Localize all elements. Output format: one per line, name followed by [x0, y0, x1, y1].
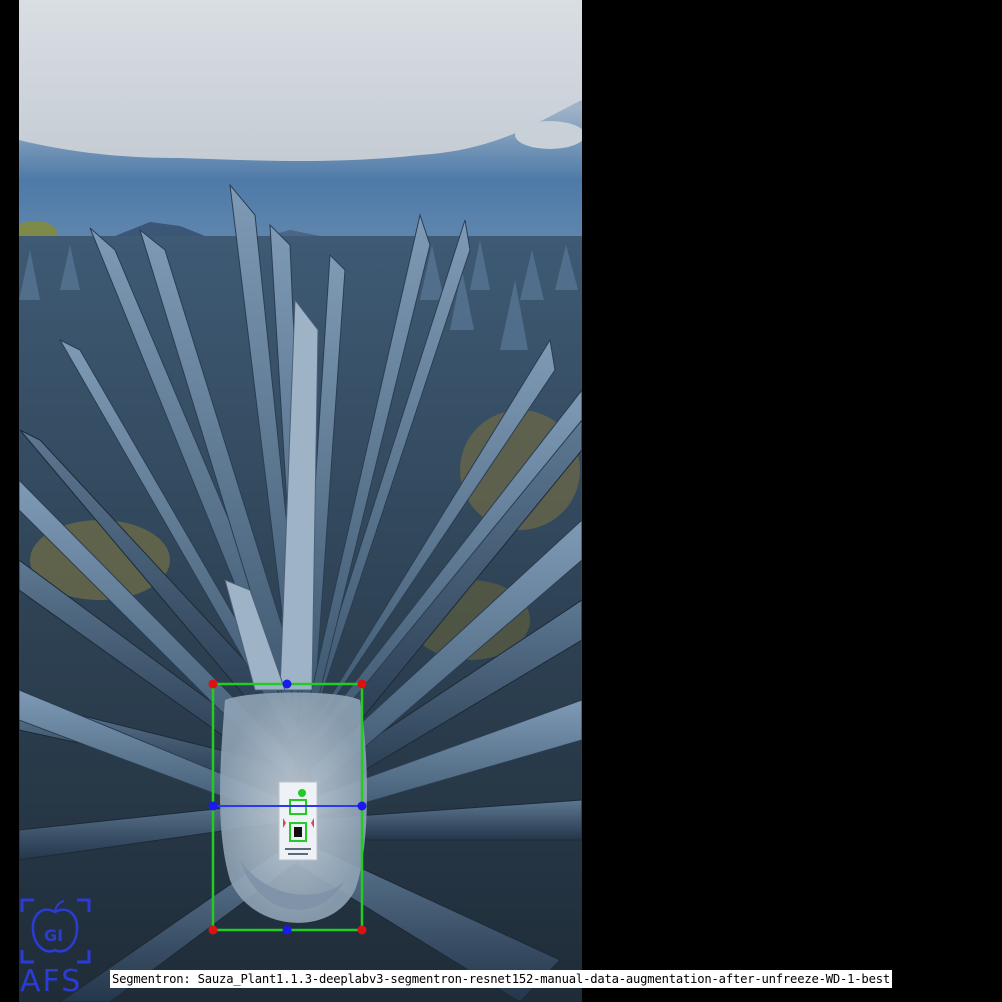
model-caption: Segmentron: Sauza_Plant1.1.3-deeplabv3-s… — [110, 970, 892, 988]
agave-photo — [19, 0, 582, 1002]
logo-badge-text: GI — [44, 926, 63, 945]
afs-logo-text: AFS — [20, 964, 83, 999]
photo-scene: GI — [0, 0, 582, 1002]
